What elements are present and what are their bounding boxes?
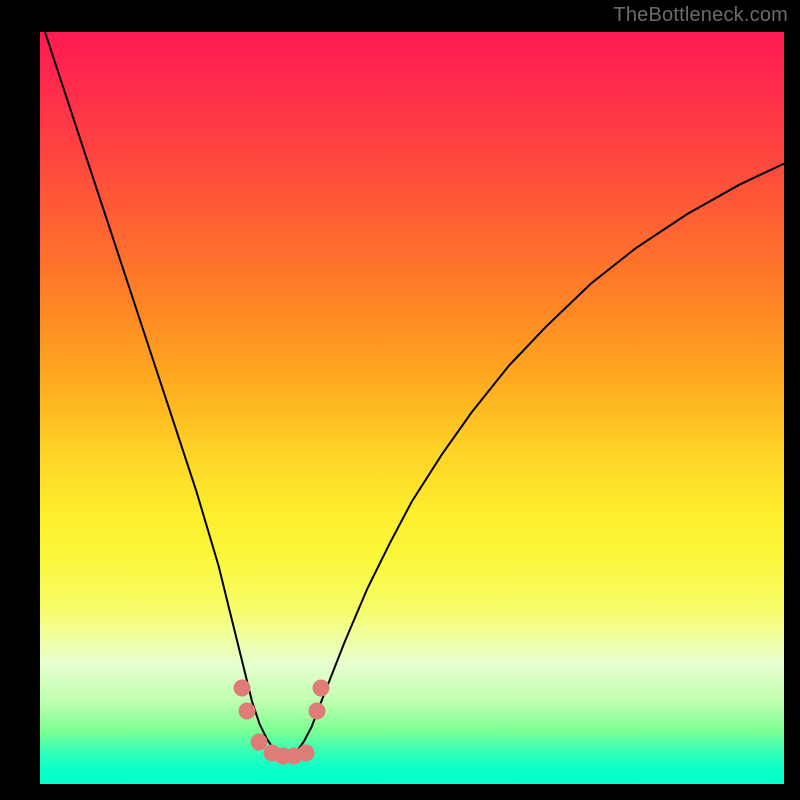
data-marker — [313, 679, 330, 696]
data-marker — [238, 703, 255, 720]
data-marker — [234, 679, 251, 696]
data-marker — [308, 703, 325, 720]
marker-layer — [40, 32, 784, 784]
data-marker — [297, 745, 314, 762]
chart-plot-area — [40, 32, 784, 784]
watermark-text: TheBottleneck.com — [613, 4, 788, 27]
